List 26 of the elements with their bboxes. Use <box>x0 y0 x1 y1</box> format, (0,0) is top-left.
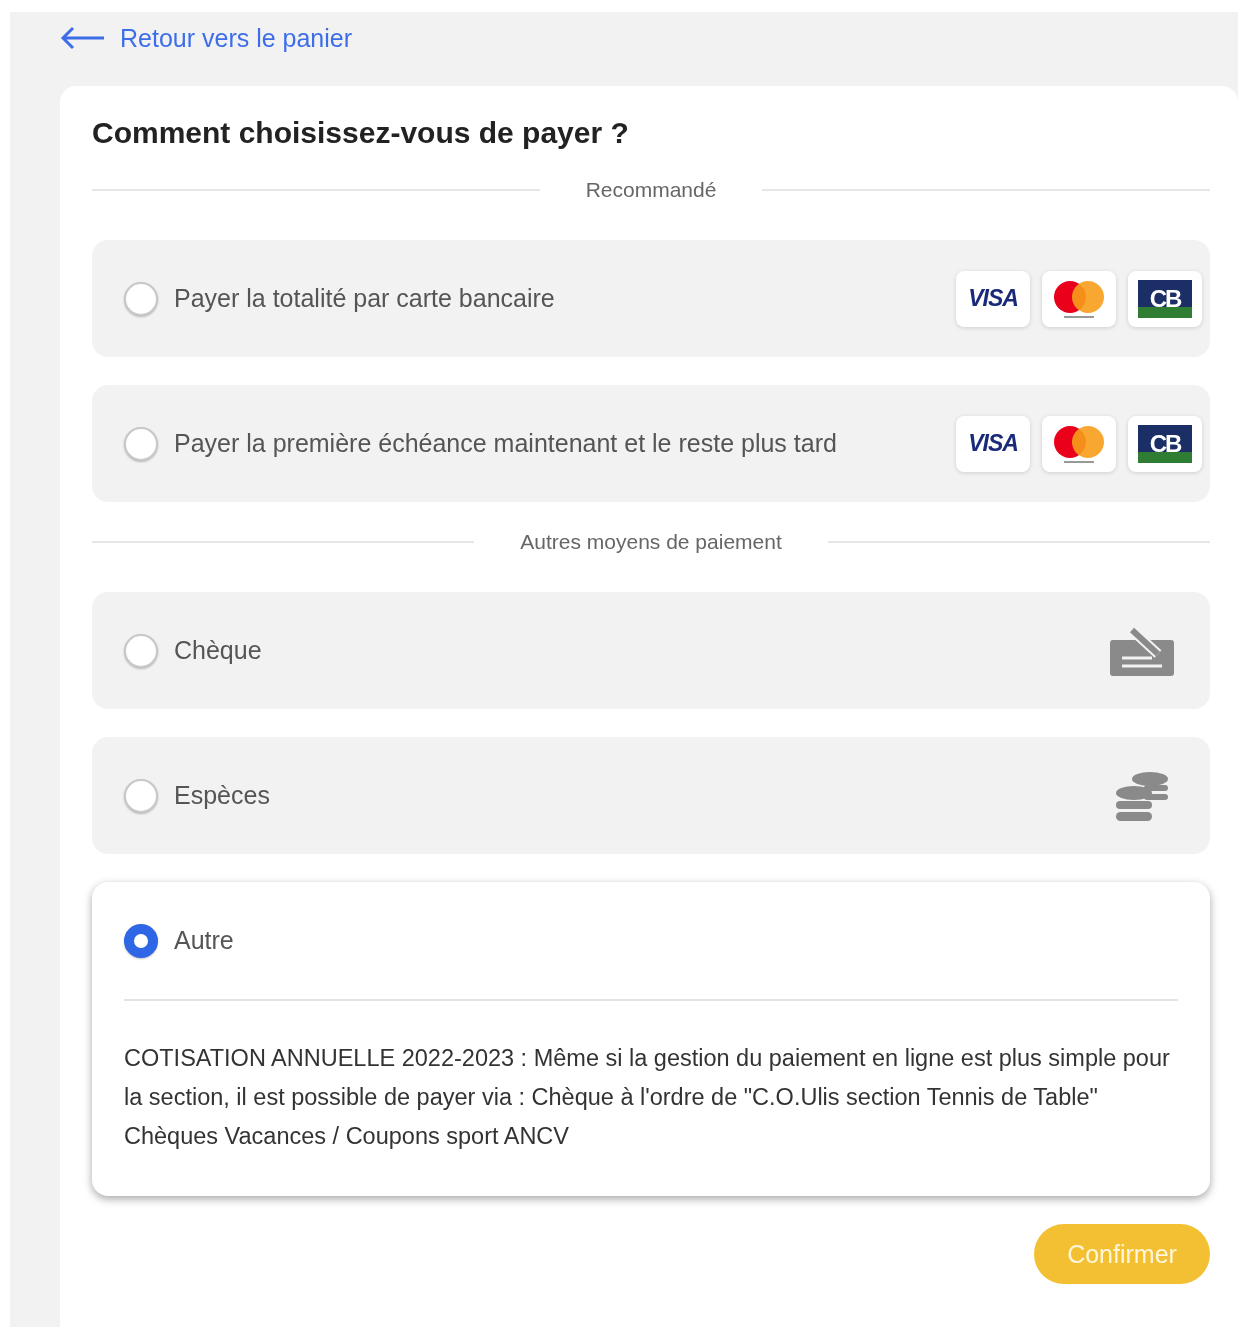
option-description: COTISATION ANNUELLE 2022-2023 : Même si la gestion du paiement en ligne est plus simple pour la section, il est possible de payer via : Chèque à l'ordre de "C.O.Ulis section Tennis de Table" Chèques Vacances / Coupons sport ANCV <box>124 1044 1171 1151</box>
payment-option[interactable] <box>92 882 1210 1196</box>
payment-option[interactable]: Espèces <box>92 737 1210 854</box>
option-label: Payer la totalité par carte bancaire <box>174 284 556 313</box>
back-link[interactable]: Retour vers le panier <box>60 26 353 50</box>
back-link-label[interactable]: Retour vers le panier <box>120 23 353 53</box>
radio-button[interactable] <box>124 778 158 813</box>
radio-button[interactable] <box>124 633 158 668</box>
option-label: Payer la première échéance maintenant et le reste plus tard <box>174 429 838 458</box>
section-heading: Autres moyens de paiement <box>520 530 782 554</box>
radio-button[interactable] <box>124 281 158 316</box>
payment-option[interactable]: Payer la totalité par carte bancaire VISA CB <box>92 240 1210 357</box>
section-heading: Recommandé <box>585 178 717 202</box>
option-label: Chèque <box>174 636 263 665</box>
cb-logo: CB <box>1128 415 1202 472</box>
radio-button[interactable] <box>124 426 158 461</box>
cb-logo: CB <box>1128 270 1202 327</box>
option-label: Espèces <box>174 781 271 810</box>
radio-button[interactable] <box>124 923 158 958</box>
page-title: Comment choisissez-vous de payer ? <box>92 116 630 150</box>
payment-option[interactable]: Payer la première échéance maintenant et le reste plus tard VISA CB <box>92 385 1210 502</box>
visa-logo: VISA <box>956 270 1030 327</box>
option-label: Autre <box>174 926 235 955</box>
visa-logo: VISA <box>956 415 1030 472</box>
arrow-left-icon <box>60 26 106 50</box>
payment-option[interactable]: Chèque <box>92 592 1210 709</box>
